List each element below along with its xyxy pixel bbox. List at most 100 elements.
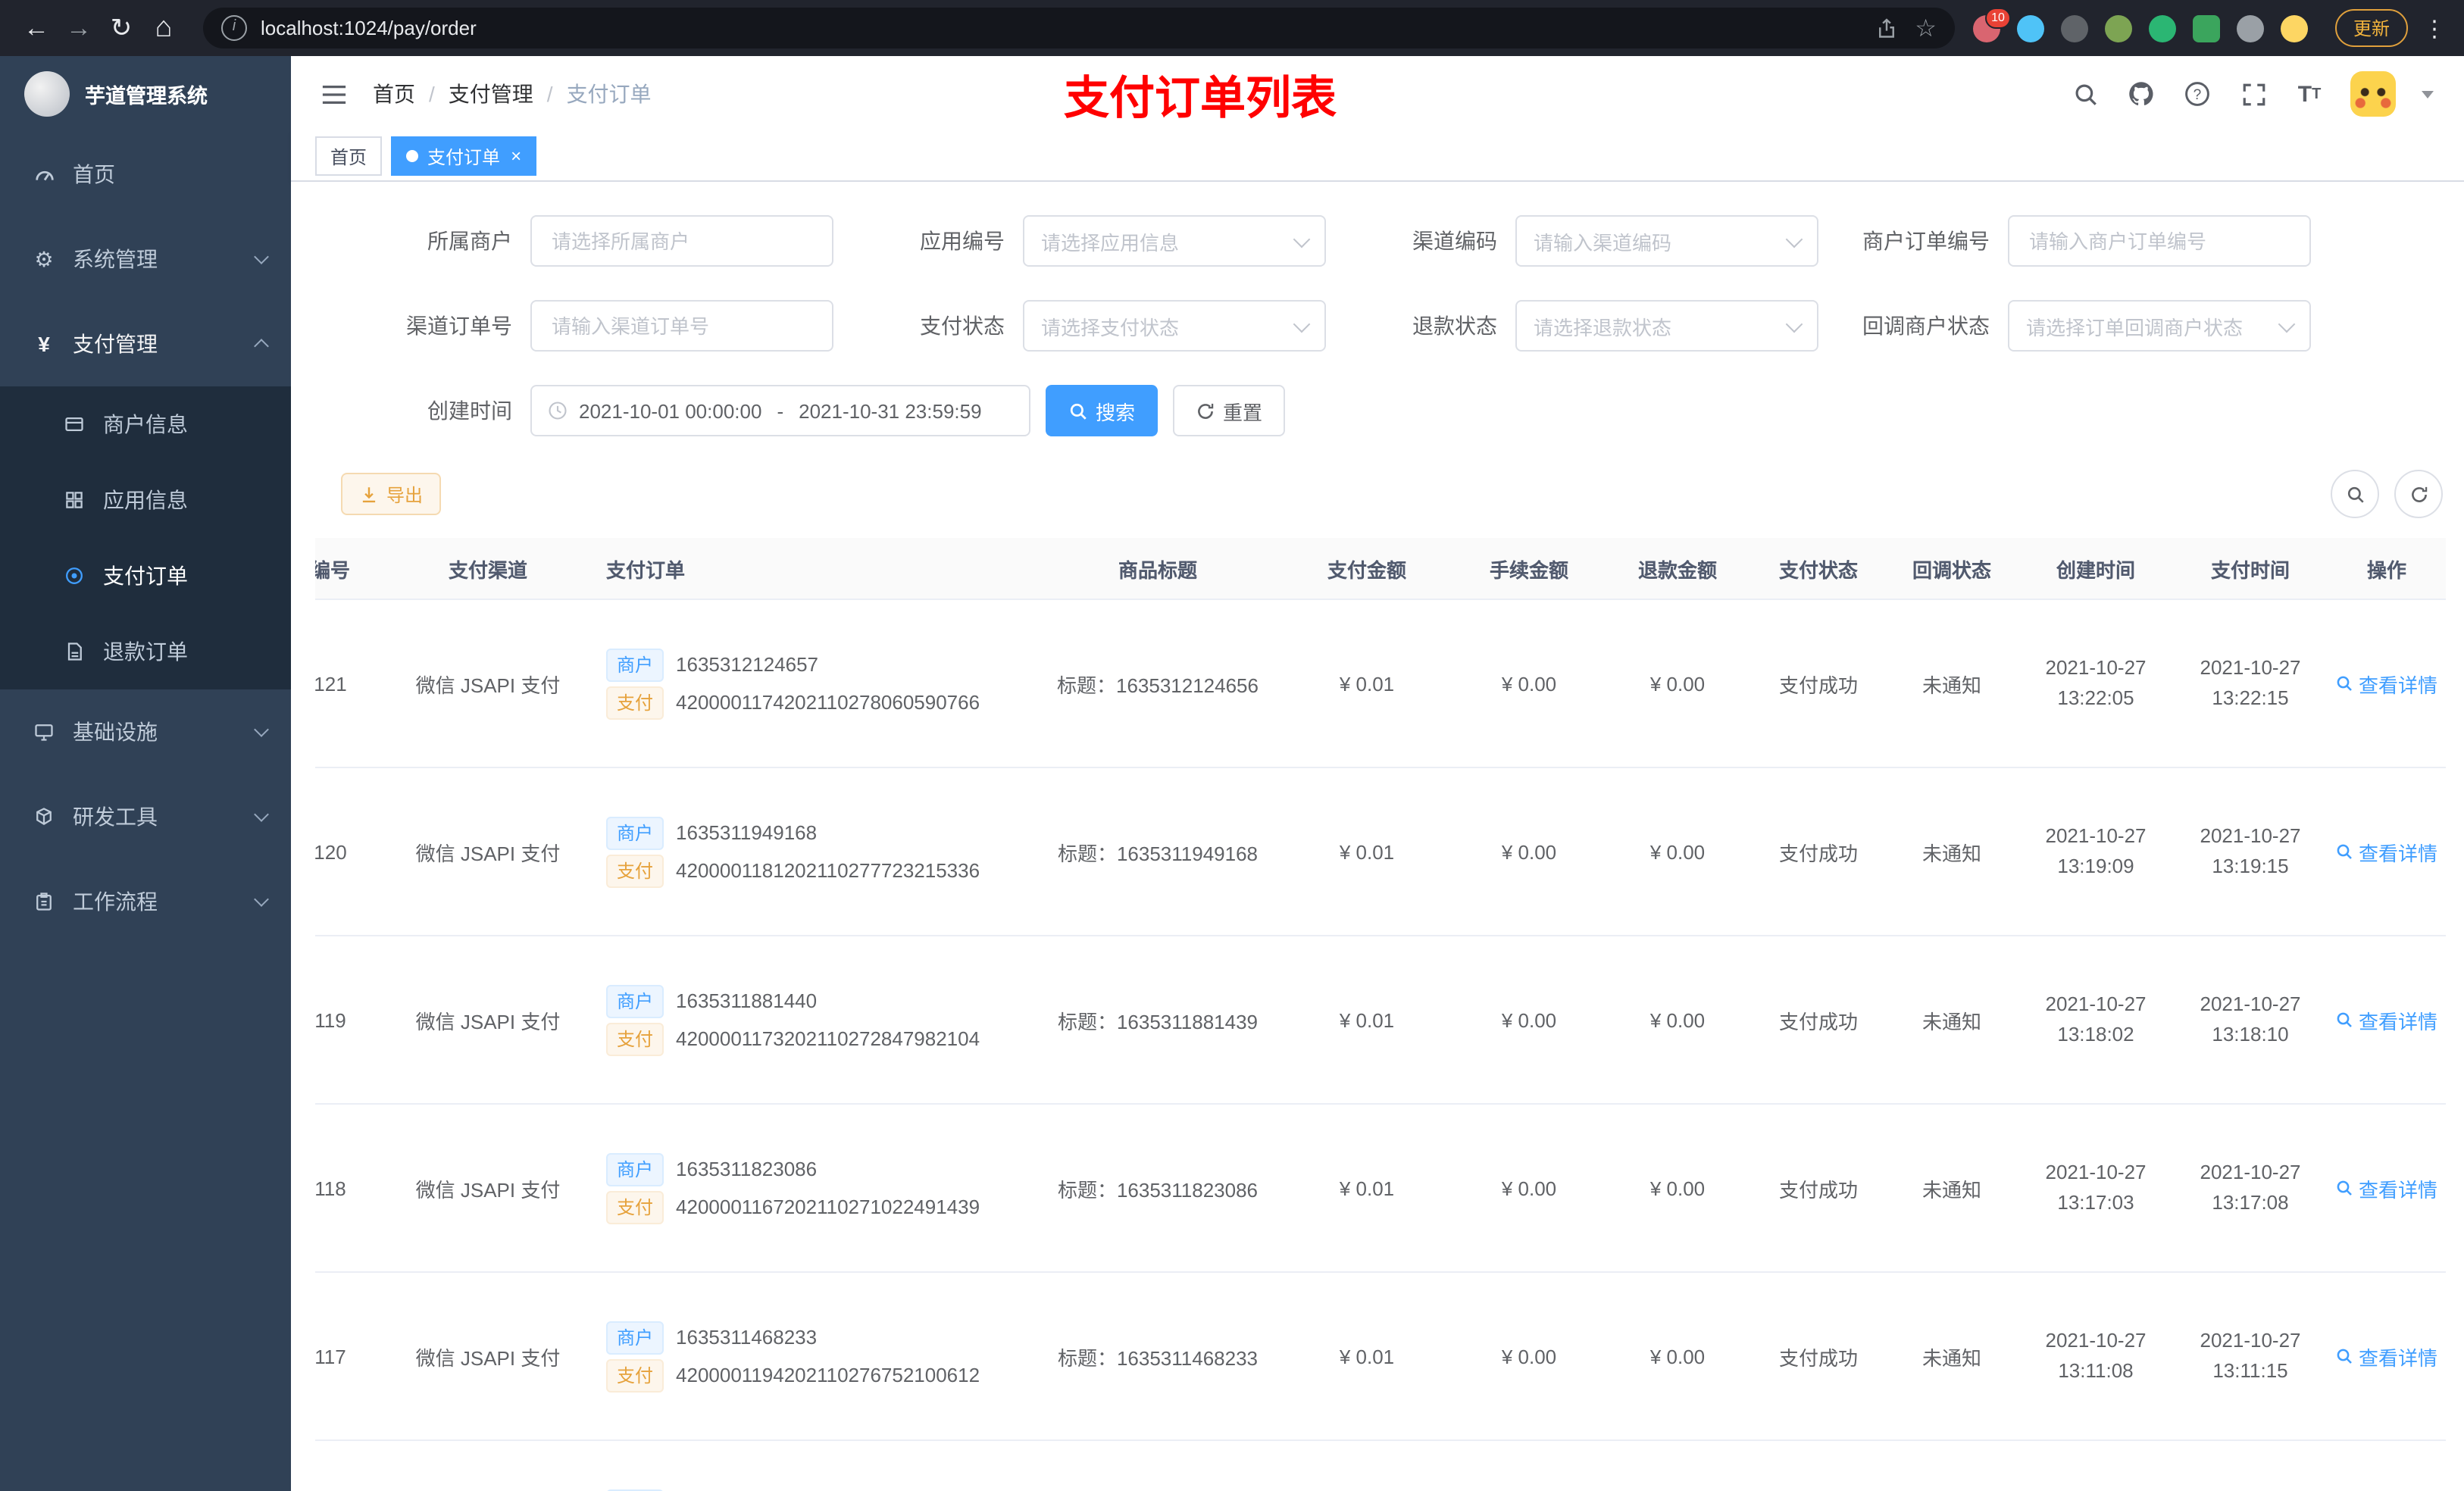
view-detail-link[interactable]: 查看详情 [2336,669,2437,698]
sidebar-item-workflow[interactable]: 工作流程 [0,859,291,944]
view-detail-link[interactable]: 查看详情 [2336,1342,2437,1371]
chevron-down-icon [254,249,269,264]
toggle-search-button[interactable] [2331,470,2379,518]
screen: ← → ↻ ⌂ i localhost:1024/pay/order ☆ 10 … [0,0,2464,1491]
field-label: 回调商户状态 [1862,314,1990,338]
sidebar-item-pay-order[interactable]: 支付订单 [0,538,291,614]
channel-order-no-input[interactable] [549,313,815,339]
pin-extension-icon[interactable] [2236,14,2264,42]
extension-icon[interactable] [2148,14,2176,42]
col-notify: 回调状态 [1885,538,2018,600]
export-button[interactable]: 导出 [341,473,442,515]
field-label: 创建时间 [427,399,512,423]
col-create-time: 创建时间 [2018,538,2173,600]
logo-avatar [24,71,70,117]
close-icon[interactable]: × [511,147,521,165]
breadcrumb-home[interactable]: 首页 [373,79,415,109]
extension-icon[interactable] [2016,14,2044,42]
search-icon[interactable] [2070,79,2100,109]
clock-icon [547,400,568,421]
fullscreen-icon[interactable] [2238,79,2269,109]
table-header-row: 编号 支付渠道 支付订单 商品标题 支付金额 手续金额 退款金额 支付状态 回调… [315,538,2446,600]
tags-view: 首页 支付订单 × [291,132,2464,182]
col-title: 商品标题 [1037,538,1279,600]
tab-home[interactable]: 首页 [315,136,383,176]
page-title-annotation: 支付订单列表 [1064,74,1337,124]
browser-update-button[interactable]: 更新 [2334,9,2408,47]
sidebar-item-devtools[interactable]: 研发工具 [0,774,291,859]
sidebar: 芋道管理系统 首页 ⚙ 系统管理 ¥ 支付管理 商户信息 应用信息 支付订单 退… [0,56,291,1491]
chevron-up-icon [254,339,269,354]
view-detail-link[interactable]: 查看详情 [2336,837,2437,866]
extension-icon[interactable] [2104,14,2132,42]
sidebar-item-payment[interactable]: ¥ 支付管理 [0,302,291,386]
extension-icon[interactable] [2060,14,2088,42]
refresh-button[interactable] [2394,470,2443,518]
font-size-icon[interactable]: TT [2294,79,2325,109]
field-label: 商户订单编号 [1862,229,1990,253]
workflow-icon [30,891,58,912]
search-button[interactable]: 搜索 [1046,385,1159,436]
help-icon[interactable]: ? [2182,79,2212,109]
range-separator: - [777,399,784,422]
browser-menu-icon[interactable]: ⋮ [2420,14,2449,42]
view-detail-link[interactable]: 查看详情 [2336,1174,2437,1202]
app-logo[interactable]: 芋道管理系统 [0,56,291,132]
breadcrumb-payment[interactable]: 支付管理 [449,79,533,109]
profile-avatar-icon[interactable] [2280,14,2308,42]
col-pay-order: 支付订单 [588,538,1037,600]
merchant-tag: 商户 [606,1152,664,1186]
site-info-icon[interactable]: i [221,15,247,41]
avatar[interactable] [2350,71,2396,117]
merchant-order-no-field[interactable] [2008,215,2311,267]
field-label: 退款状态 [1412,314,1497,338]
merchant-select[interactable] [530,215,833,267]
pay-status-select[interactable]: 请选择支付状态 [1023,300,1326,352]
view-detail-link[interactable]: 查看详情 [2336,1005,2437,1034]
content: 所属商户 应用编号 请选择应用信息 [291,182,2464,1491]
notify-status-select[interactable]: 请选择订单回调商户状态 [2008,300,2311,352]
chevron-down-icon [254,807,269,822]
bookmark-star-icon[interactable]: ☆ [1915,13,1937,43]
app-grid-icon [61,489,88,511]
github-icon[interactable] [2126,79,2156,109]
back-icon[interactable]: ← [15,7,58,49]
pay-tag: 支付 [606,1190,664,1224]
sidebar-item-app-info[interactable]: 应用信息 [0,462,291,538]
reset-button[interactable]: 重置 [1173,385,1286,436]
home-icon[interactable]: ⌂ [142,7,185,49]
date-start-value: 2021-10-01 00:00:00 [579,399,762,422]
merchant-input[interactable] [549,228,815,254]
channel-order-no-field[interactable] [530,300,833,352]
sidebar-fold-icon[interactable] [315,76,352,112]
create-time-range-picker[interactable]: 2021-10-01 00:00:00 - 2021-10-31 23:59:5… [530,385,1030,436]
extensions-area: 10 [1972,7,2308,42]
breadcrumb-current: 支付订单 [566,82,652,106]
address-bar[interactable]: i localhost:1024/pay/order ☆ [203,8,1955,48]
gear-icon: ⚙ [34,246,54,270]
avatar-caret-icon[interactable] [2422,90,2434,98]
share-icon[interactable] [1875,17,1896,39]
app-select[interactable]: 请选择应用信息 [1023,215,1326,267]
sidebar-item-merchant-info[interactable]: 商户信息 [0,386,291,462]
refund-status-select[interactable]: 请选择退款状态 [1515,300,1818,352]
merchant-tag: 商户 [606,1321,664,1354]
table-row: 120 微信 JSAPI 支付 商户 1635311949168 支付 420000… [315,767,2446,936]
tab-pay-order[interactable]: 支付订单 × [391,136,537,176]
sidebar-item-system[interactable]: ⚙ 系统管理 [0,217,291,302]
payment-submenu: 商户信息 应用信息 支付订单 退款订单 [0,386,291,689]
forward-icon[interactable]: → [58,7,100,49]
chevron-down-icon [1785,314,1803,333]
reload-icon[interactable]: ↻ [100,7,142,49]
sidebar-item-refund-order[interactable]: 退款订单 [0,614,291,689]
sidebar-item-infra[interactable]: 基础设施 [0,689,291,774]
extension-icon[interactable]: 10 [1972,7,2011,42]
url-text[interactable]: localhost:1024/pay/order [261,17,1857,39]
sidebar-item-home[interactable]: 首页 [0,132,291,217]
channel-code-select[interactable]: 请输入渠道编码 [1515,215,1818,267]
table-row: 118 微信 JSAPI 支付 商户 1635311823086 支付 420000… [315,1104,2446,1273]
table-row: 116 商户1635311357368 支付 [315,1440,2446,1491]
field-label: 支付状态 [920,314,1005,338]
extension-icon[interactable] [2192,14,2220,42]
merchant-order-no-input[interactable] [2026,228,2293,254]
